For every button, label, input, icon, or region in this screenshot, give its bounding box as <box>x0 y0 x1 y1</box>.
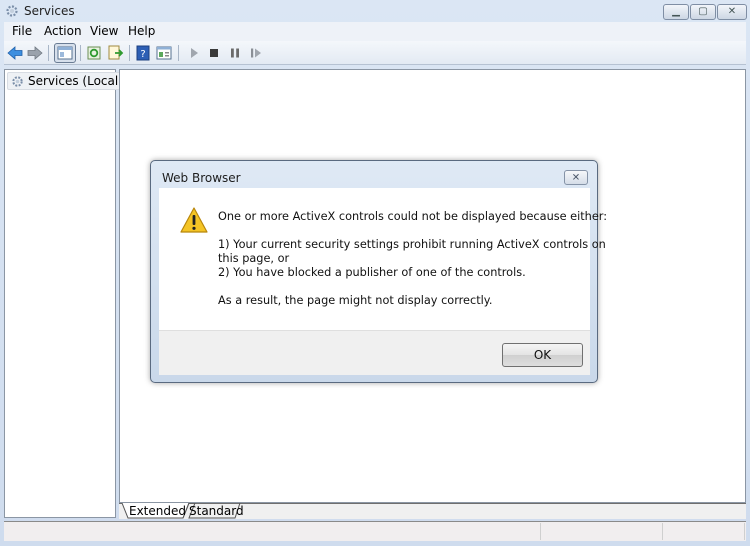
message-line: One or more ActiveX controls could not b… <box>218 210 608 223</box>
message-line: 2) You have blocked a publisher of one o… <box>218 266 526 279</box>
web-browser-dialog: Web Browser ✕ One or more ActiveX contro… <box>150 160 607 383</box>
show-hide-console-tree-button[interactable] <box>54 43 76 63</box>
maximize-button[interactable]: ▢ <box>690 4 716 20</box>
dialog-title: Web Browser <box>162 171 241 185</box>
tree-item-label: Services (Local) <box>28 74 123 88</box>
dialog-close-button[interactable]: ✕ <box>564 170 588 185</box>
window-title: Services <box>24 4 75 18</box>
menu-file[interactable]: File <box>12 24 32 38</box>
toolbar-separator <box>129 45 130 61</box>
status-separator <box>662 523 663 540</box>
menu-action[interactable]: Action <box>44 24 82 38</box>
view-tabs: Extended Standard <box>119 503 746 519</box>
menu-view[interactable]: View <box>90 24 118 38</box>
stop-service-icon[interactable] <box>205 44 223 62</box>
toolbar-separator <box>80 45 81 61</box>
minimize-icon: ▁ <box>672 6 680 17</box>
svg-text:?: ? <box>140 49 145 60</box>
minimize-button[interactable]: ▁ <box>663 4 689 20</box>
tree-item-services-local[interactable]: Services (Local) <box>7 72 128 90</box>
forward-arrow-icon[interactable] <box>26 44 44 62</box>
tab-extended[interactable]: Extended <box>129 504 186 520</box>
status-separator <box>540 523 541 540</box>
back-arrow-icon[interactable] <box>6 44 24 62</box>
toolbar-separator <box>48 45 49 61</box>
toolbar: ? <box>4 41 746 65</box>
menu-bar: File Action View Help <box>4 22 746 41</box>
status-bar <box>4 521 746 541</box>
close-icon: ✕ <box>727 6 737 17</box>
tab-standard[interactable]: Standard <box>189 504 244 520</box>
export-list-icon[interactable] <box>106 44 124 62</box>
menu-help[interactable]: Help <box>128 24 155 38</box>
title-bar: Services ▁ ▢ ✕ <box>0 0 750 22</box>
dialog-footer: OK <box>159 330 590 375</box>
dialog-body: One or more ActiveX controls could not b… <box>159 188 607 330</box>
close-icon: ✕ <box>571 171 581 183</box>
pause-service-icon[interactable] <box>226 44 244 62</box>
toolbar-separator <box>178 45 179 61</box>
close-button[interactable]: ✕ <box>717 4 747 20</box>
restart-service-icon[interactable] <box>247 44 265 62</box>
refresh-icon[interactable] <box>85 44 103 62</box>
ok-button[interactable]: OK <box>502 343 583 367</box>
maximize-icon: ▢ <box>698 6 708 17</box>
start-service-icon[interactable] <box>185 44 203 62</box>
services-gear-icon <box>12 76 23 87</box>
message-line: As a result, the page might not display … <box>218 294 493 307</box>
warning-icon <box>180 207 208 233</box>
console-tree-icon <box>57 46 73 60</box>
services-gear-icon <box>6 5 18 17</box>
message-line: this page, or <box>218 252 290 265</box>
console-tree-pane: Services (Local) <box>4 69 128 518</box>
status-separator <box>744 523 745 540</box>
properties-icon[interactable] <box>155 44 173 62</box>
message-line: 1) Your current security settings prohib… <box>218 238 606 251</box>
help-icon[interactable]: ? <box>134 44 152 62</box>
